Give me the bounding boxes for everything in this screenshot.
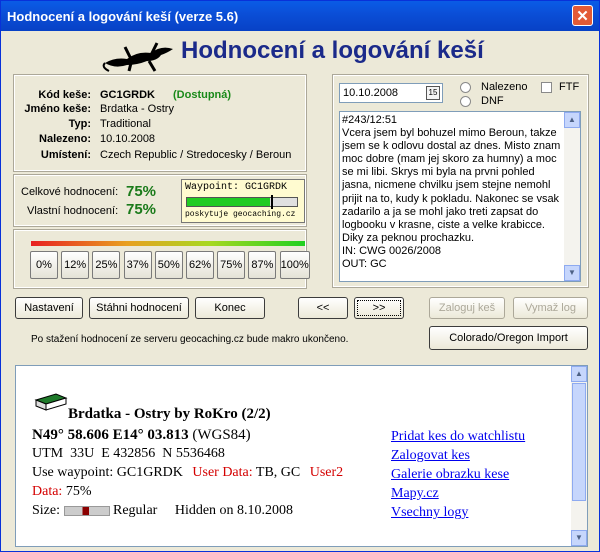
details-scroll-thumb[interactable]: [572, 383, 586, 501]
rate-button-0[interactable]: 0%: [30, 251, 58, 279]
cache-coordinates: N49° 58.606 E14° 03.813: [32, 427, 189, 443]
waypoint-rating-bar: [186, 195, 298, 209]
use-waypoint: Use waypoint: GC1GRDK: [32, 465, 183, 480]
log-scrollbar[interactable]: ▲ ▼: [564, 112, 580, 281]
found-value: 10.10.2008: [100, 133, 156, 145]
size-label: Size:: [32, 503, 60, 518]
cache-coords-line: N49° 58.606 E14° 03.813 (WGS84): [32, 427, 251, 444]
dnf-radio-label: DNF: [481, 95, 504, 107]
rate-button-1[interactable]: 12%: [61, 251, 90, 279]
rate-button-5[interactable]: 62%: [186, 251, 214, 279]
rate-button-6[interactable]: 75%: [217, 251, 246, 279]
status-badge: (Dostupná): [173, 89, 232, 101]
coord-datum: (WGS84): [192, 427, 251, 443]
waypoint-rating-marker: [271, 195, 273, 209]
own-rating-value: 75%: [126, 201, 157, 218]
user-data-value: TB, GC: [255, 465, 301, 480]
hidden-date: Hidden on 8.10.2008: [174, 503, 294, 518]
settings-button[interactable]: Nastavení: [15, 297, 83, 319]
code-value: GC1GRDK: [100, 89, 156, 101]
data-label: Data:: [32, 484, 63, 499]
log-date-value: 10.10.2008: [343, 87, 399, 99]
next-button[interactable]: >>: [354, 297, 404, 319]
add-to-watchlist-link[interactable]: Pridat kes do watchlistu: [391, 427, 525, 446]
rating-gradient-bar: [31, 241, 305, 246]
waypoint-footer: poskytuje geocaching.cz: [185, 210, 296, 219]
size-icon: [63, 505, 110, 516]
rate-button-2[interactable]: 25%: [92, 251, 121, 279]
ftf-checkbox-label: FTF: [559, 81, 580, 93]
window-title: Hodnocení a logování keší (verze 5.6): [7, 9, 239, 24]
title-bar[interactable]: Hodnocení a logování keší (verze 5.6) ✕: [1, 1, 599, 31]
size-value: Regular: [113, 503, 158, 518]
colorado-oregon-import-button[interactable]: Colorado/Oregon Import: [429, 326, 588, 350]
found-label: Nalezeno:: [39, 133, 91, 145]
type-label: Typ:: [68, 118, 91, 130]
all-logs-link[interactable]: Vsechny logy: [391, 503, 525, 522]
code-label: Kód keše:: [38, 89, 91, 101]
clear-log-button[interactable]: Vymaž log: [513, 297, 588, 319]
waypoint-title: Waypoint: GC1GRDK: [185, 182, 288, 193]
location-label: Umístení:: [40, 149, 91, 161]
cache-gallery-link[interactable]: Galerie obrazku kese: [391, 465, 525, 484]
cache-links: Pridat kes do watchlistu Zalogovat kes G…: [391, 427, 525, 522]
location-value: Czech Republic / Stredocesky / Beroun: [100, 149, 292, 161]
app-heading: Hodnocení a logování keší: [181, 37, 484, 64]
download-ratings-button[interactable]: Stáhni hodnocení: [89, 297, 189, 319]
rate-button-4[interactable]: 50%: [154, 251, 183, 279]
utm-coords: UTM 33U E 432856 N 5536468: [32, 446, 225, 461]
rate-button-3[interactable]: 37%: [123, 251, 152, 279]
cache-container-icon: [34, 393, 68, 411]
scroll-down-arrow-icon[interactable]: ▼: [564, 265, 580, 281]
gecko-logo-icon: [102, 42, 173, 72]
details-scroll-down-icon[interactable]: ▼: [571, 530, 587, 546]
rate-button-8[interactable]: 100%: [279, 251, 310, 279]
info-note: Po stažení hodnocení ze serveru geocachi…: [31, 334, 349, 345]
details-scroll-up-icon[interactable]: ▲: [571, 366, 587, 382]
mapy-cz-link[interactable]: Mapy.cz: [391, 484, 525, 503]
calendar-icon[interactable]: 15: [426, 86, 440, 100]
dnf-radio[interactable]: [460, 96, 471, 107]
found-radio-label: Nalezeno: [481, 81, 528, 93]
ftf-checkbox[interactable]: [541, 82, 552, 93]
own-rating-label: Vlastní hodnocení:: [27, 205, 119, 217]
log-date-picker[interactable]: 10.10.2008 15: [339, 83, 443, 103]
found-radio[interactable]: [460, 82, 471, 93]
close-button[interactable]: ✕: [572, 5, 593, 26]
overall-rating-value: 75%: [126, 183, 157, 200]
data-value: 75%: [65, 484, 92, 499]
end-button[interactable]: Konec: [195, 297, 265, 319]
waypoint-rating-fill: [187, 198, 270, 206]
user-data-label: User Data:: [192, 465, 253, 480]
rate-button-7[interactable]: 87%: [248, 251, 277, 279]
waypoint-rating-box: Waypoint: GC1GRDK poskytuje geocaching.c…: [181, 179, 305, 223]
waypoint-line: Use waypoint: GC1GRDK User Data: TB, GC …: [32, 465, 343, 481]
log-text: #243/12:51 Vcera jsem byl bohuzel mimo B…: [342, 114, 561, 271]
cache-details-view: Brdatka - Ostry by RoKro (2/2) N49° 58.6…: [15, 365, 588, 547]
log-cache-link[interactable]: Zalogovat kes: [391, 446, 525, 465]
scroll-up-arrow-icon[interactable]: ▲: [564, 112, 580, 128]
overall-rating-label: Celkové hodnocení:: [21, 186, 119, 198]
log-cache-button[interactable]: Zaloguj keš: [429, 297, 505, 319]
name-value: Brdatka - Ostry: [100, 103, 174, 115]
log-textarea[interactable]: #243/12:51 Vcera jsem byl bohuzel mimo B…: [339, 111, 581, 282]
user2-label: User2: [309, 465, 344, 480]
prev-button[interactable]: <<: [298, 297, 348, 319]
name-label: Jméno keše:: [24, 103, 91, 115]
app-window: Hodnocení a logování keší (verze 5.6) ✕ …: [0, 0, 600, 552]
details-scrollbar[interactable]: ▲ ▼: [571, 366, 587, 546]
size-line: Size: Regular Hidden on 8.10.2008: [32, 503, 293, 519]
type-value: Traditional: [100, 118, 151, 130]
cache-heading: Brdatka - Ostry by RoKro (2/2): [68, 406, 271, 422]
data-line: Data: 75%: [32, 484, 92, 500]
